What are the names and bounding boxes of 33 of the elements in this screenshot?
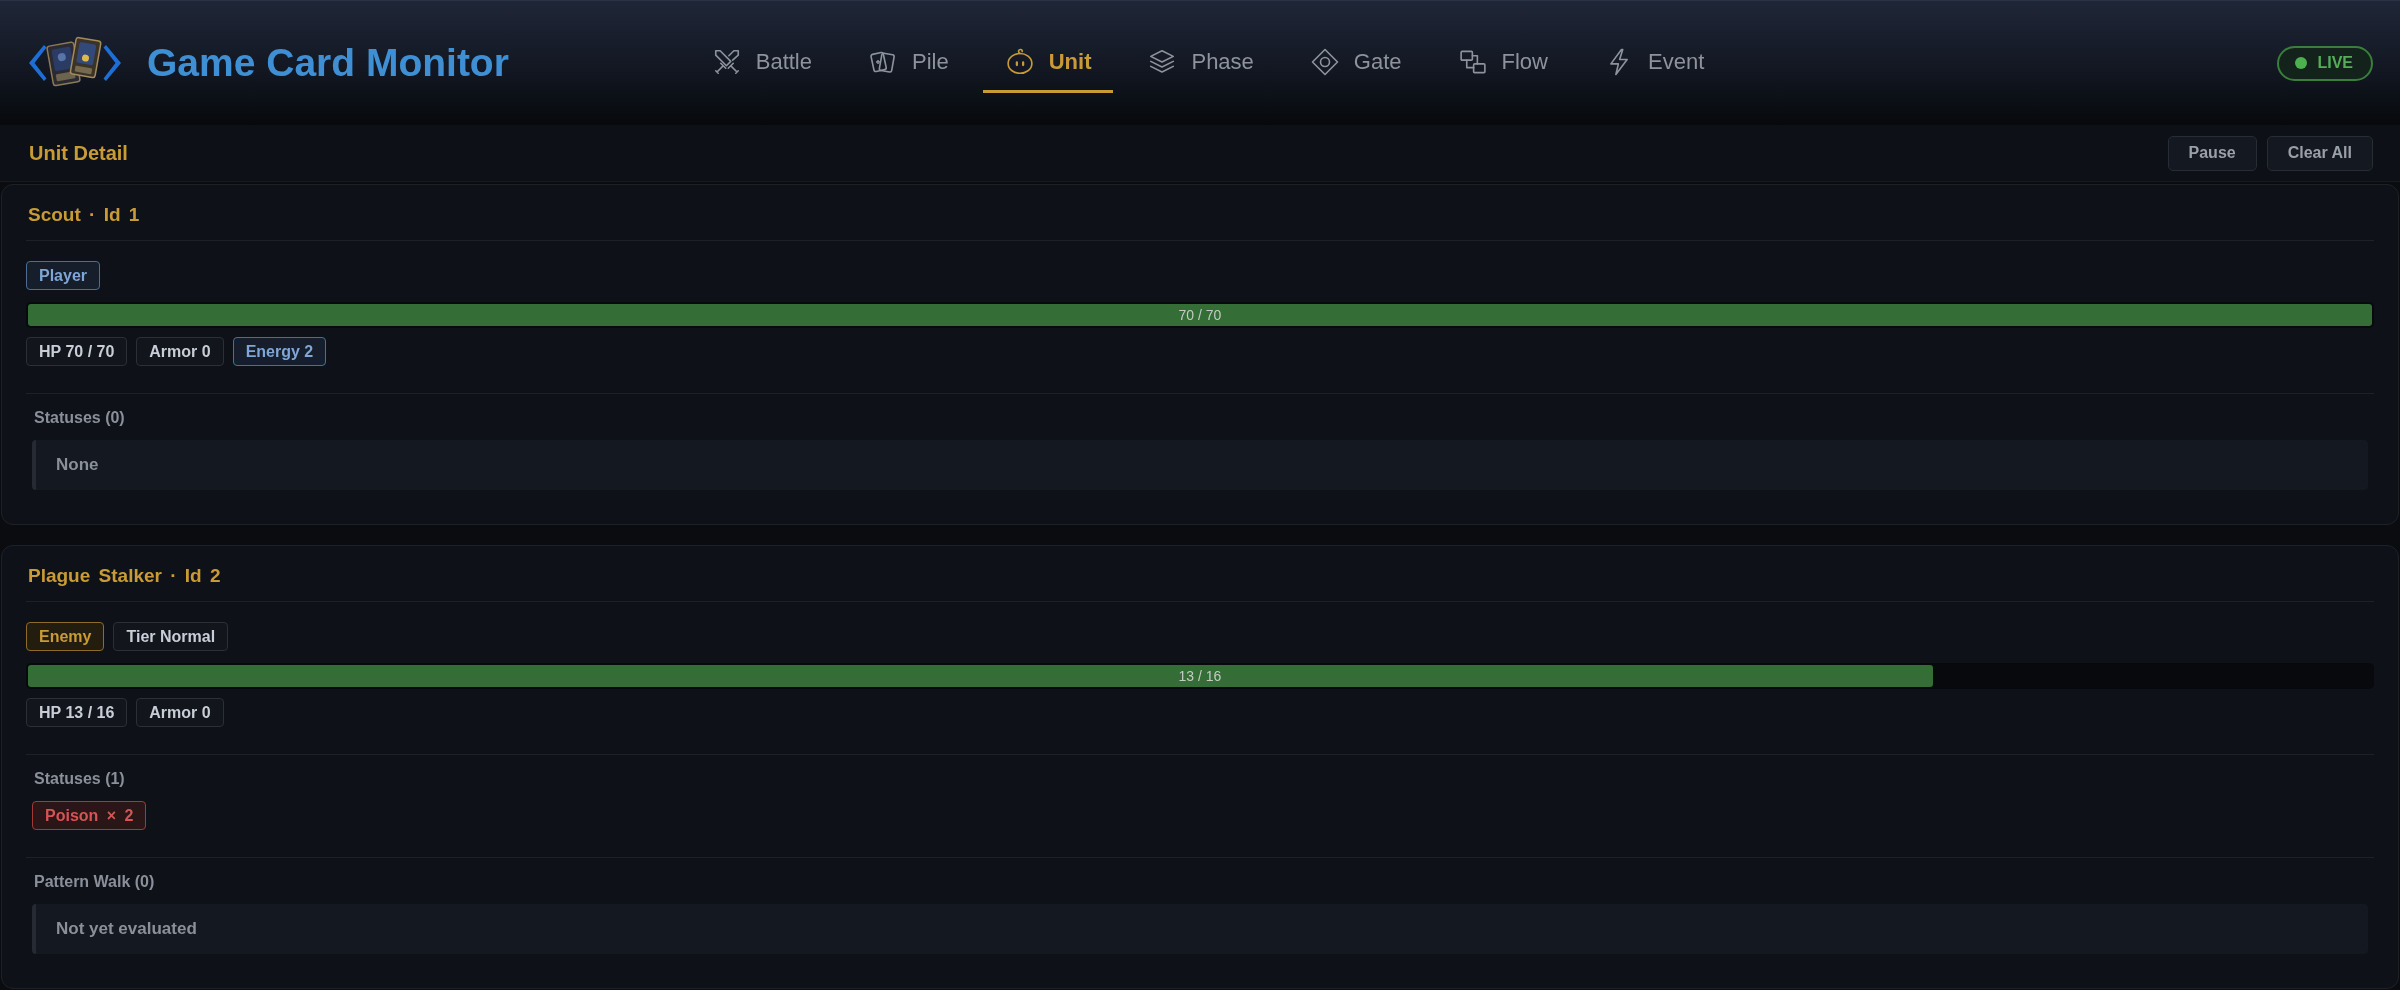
toolbar-button[interactable]: Clear All bbox=[2266, 135, 2373, 171]
stat-chip: Armor 0 bbox=[136, 337, 224, 366]
nav-tab[interactable]: Event bbox=[1582, 33, 1727, 93]
nav-tab[interactable]: Flow bbox=[1435, 33, 1570, 93]
unit-tag: Tier Normal bbox=[113, 622, 229, 651]
stat-chip: Energy 2 bbox=[232, 337, 327, 366]
nav-tab[interactable]: Unit bbox=[982, 33, 1114, 93]
unit-title: Plague Stalker · Id 2 bbox=[28, 564, 221, 588]
live-label: LIVE bbox=[2317, 54, 2353, 72]
unit-tag: Enemy bbox=[26, 622, 105, 651]
unit-title: Scout · Id 1 bbox=[28, 203, 140, 227]
toolbar-button[interactable]: Pause bbox=[2167, 135, 2257, 171]
diamond-icon bbox=[1309, 46, 1340, 77]
hp-reading: 70 / 70 bbox=[1178, 306, 1222, 325]
stat-chip: Armor 0 bbox=[136, 698, 224, 727]
face-icon bbox=[1004, 46, 1035, 77]
empty-message: Not yet evaluated bbox=[32, 904, 2368, 954]
nav-tab[interactable]: Gate bbox=[1287, 33, 1424, 93]
status-chip: Poison × 2 bbox=[32, 801, 147, 830]
section-label: Statuses (0) bbox=[33, 408, 126, 428]
section-label: Pattern Walk (0) bbox=[33, 872, 156, 892]
stat-chip: HP 70 / 70 bbox=[26, 337, 128, 366]
nav-tab[interactable]: Battle bbox=[689, 33, 834, 93]
stat-chip: HP 13 / 16 bbox=[26, 698, 128, 727]
app-title: Game Card Monitor bbox=[147, 41, 509, 85]
panel-title: Unit Detail bbox=[29, 141, 128, 165]
status-dot-icon bbox=[2295, 57, 2308, 69]
unit-tag: Player bbox=[26, 261, 101, 290]
section-label: Statuses (1) bbox=[33, 769, 126, 789]
nav-tab[interactable]: Pile bbox=[846, 33, 971, 93]
hp-reading: 13 / 16 bbox=[1178, 667, 1222, 686]
empty-message: None bbox=[32, 440, 2368, 490]
nav-tab[interactable]: Phase bbox=[1125, 33, 1276, 93]
